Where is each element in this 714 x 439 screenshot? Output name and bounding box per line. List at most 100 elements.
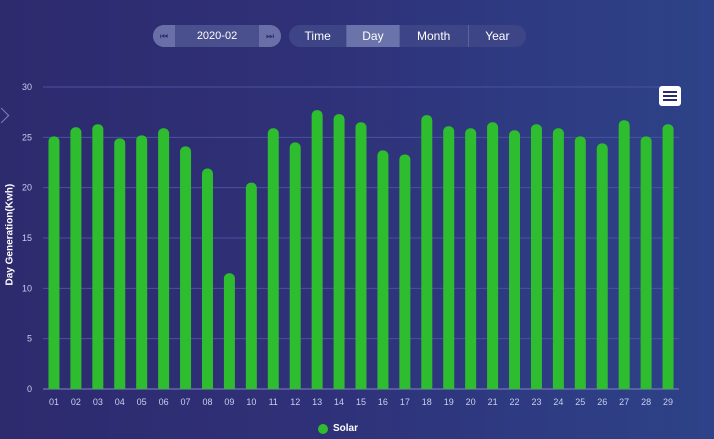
x-tick-label: 23 bbox=[531, 397, 541, 407]
bar-base bbox=[158, 384, 170, 389]
y-tick-label: 25 bbox=[22, 132, 32, 142]
x-tick-label: 27 bbox=[619, 397, 629, 407]
x-tick-label: 11 bbox=[269, 397, 278, 407]
bar bbox=[421, 115, 433, 389]
x-tick-label: 26 bbox=[597, 397, 607, 407]
x-tick-label: 03 bbox=[93, 397, 103, 407]
x-tick-label: 21 bbox=[488, 397, 498, 407]
x-tick-label: 02 bbox=[71, 397, 81, 407]
legend-marker bbox=[318, 423, 328, 434]
x-tick-label: 06 bbox=[159, 397, 169, 407]
bar bbox=[552, 128, 564, 390]
bar bbox=[311, 110, 323, 390]
bar bbox=[48, 136, 60, 389]
x-tick-label: 18 bbox=[422, 397, 432, 407]
x-tick-label: 20 bbox=[466, 397, 476, 407]
bar-base bbox=[640, 384, 652, 389]
x-tick-label: 05 bbox=[137, 397, 147, 407]
bar bbox=[223, 273, 235, 389]
hamburger-icon-line bbox=[663, 95, 677, 97]
x-tick-label: 16 bbox=[378, 397, 388, 407]
bar-base bbox=[552, 384, 564, 389]
x-tick-label: 22 bbox=[510, 397, 520, 407]
bar bbox=[180, 146, 192, 389]
bar bbox=[399, 154, 411, 389]
bar bbox=[136, 135, 148, 389]
y-tick-label: 15 bbox=[22, 233, 32, 243]
bar-base bbox=[201, 384, 213, 389]
bar bbox=[640, 136, 652, 389]
y-tick-label: 20 bbox=[22, 183, 32, 193]
bar bbox=[158, 128, 170, 390]
chart-menu-button[interactable] bbox=[659, 86, 681, 106]
x-tick-label: 07 bbox=[181, 397, 191, 407]
bar bbox=[465, 128, 477, 390]
bar bbox=[596, 143, 608, 389]
bar-base bbox=[70, 384, 82, 389]
bar-base bbox=[48, 384, 60, 389]
hamburger-icon-line bbox=[663, 91, 677, 93]
x-tick-label: 19 bbox=[444, 397, 454, 407]
bar bbox=[574, 136, 586, 389]
y-tick-label: 0 bbox=[27, 384, 32, 394]
bar-base bbox=[377, 384, 389, 389]
x-tick-label: 15 bbox=[356, 397, 366, 407]
bar-base bbox=[92, 384, 104, 389]
bar-chart: 05101520253001 02 03 04 05 06 07 08 09 10 11 12 13 14… bbox=[22, 82, 679, 407]
bar bbox=[355, 122, 367, 389]
bar-base bbox=[509, 384, 521, 389]
bar-base bbox=[596, 384, 608, 389]
y-tick-label: 30 bbox=[22, 82, 32, 92]
x-tick-label: 09 bbox=[224, 397, 234, 407]
x-tick-label: 17 bbox=[400, 397, 410, 407]
x-tick-label: 01 bbox=[49, 397, 59, 407]
bar-base bbox=[487, 384, 499, 389]
x-tick-label: 04 bbox=[115, 397, 125, 407]
bar bbox=[70, 127, 82, 390]
bar bbox=[530, 124, 542, 389]
bar bbox=[289, 142, 301, 389]
x-tick-label: 14 bbox=[334, 397, 344, 407]
bar bbox=[509, 130, 521, 389]
bar bbox=[201, 168, 213, 389]
bar bbox=[114, 138, 126, 389]
bar bbox=[443, 126, 455, 389]
x-tick-label: 13 bbox=[312, 397, 322, 407]
bar-base bbox=[136, 384, 148, 389]
x-tick-label: 24 bbox=[553, 397, 563, 407]
bar-base bbox=[267, 384, 279, 389]
bar bbox=[267, 128, 279, 390]
bar-base bbox=[618, 384, 630, 389]
bar bbox=[333, 114, 345, 390]
bar-base bbox=[443, 384, 455, 389]
bar bbox=[92, 124, 104, 389]
x-tick-label: 28 bbox=[641, 397, 651, 407]
bar-base bbox=[311, 384, 323, 389]
bar bbox=[618, 120, 630, 389]
legend-label: Solar bbox=[333, 423, 359, 434]
x-tick-label: 10 bbox=[246, 397, 256, 407]
bar-base bbox=[421, 384, 433, 389]
x-tick-label: 25 bbox=[575, 397, 585, 407]
bar-base bbox=[333, 384, 345, 389]
bar-base bbox=[289, 384, 301, 389]
x-tick-label: 08 bbox=[202, 397, 212, 407]
x-tick-label: 29 bbox=[663, 397, 673, 407]
bar-base bbox=[223, 384, 235, 389]
y-tick-label: 10 bbox=[22, 283, 32, 293]
bar-base bbox=[574, 384, 586, 389]
bar-base bbox=[245, 384, 257, 389]
bar-base bbox=[355, 384, 367, 389]
bar bbox=[662, 124, 674, 389]
bar-base bbox=[180, 384, 192, 389]
bar bbox=[377, 150, 389, 389]
bar-base bbox=[114, 384, 126, 389]
y-tick-label: 5 bbox=[27, 334, 32, 344]
chart-legend[interactable]: Solar bbox=[318, 423, 358, 434]
hamburger-icon-line bbox=[663, 99, 677, 101]
bar bbox=[245, 182, 257, 389]
bar-base bbox=[399, 384, 411, 389]
x-tick-label: 12 bbox=[290, 397, 300, 407]
bar-base bbox=[662, 384, 674, 389]
bar-base bbox=[530, 384, 542, 389]
